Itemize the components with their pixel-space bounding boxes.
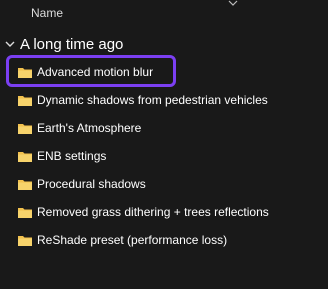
group-title: A long time ago (20, 35, 124, 53)
folder-icon (18, 236, 32, 246)
list-item[interactable]: Dynamic shadows from pedestrian vehicles (0, 89, 328, 113)
folder-icon (18, 180, 32, 190)
column-header: Name (0, 0, 328, 28)
folder-icon (18, 124, 32, 134)
selection-highlight (6, 55, 176, 87)
folder-icon (18, 208, 32, 218)
list-item[interactable]: Earth's Atmosphere (0, 117, 328, 141)
list-item[interactable]: Removed grass dithering + trees reflecti… (0, 201, 328, 225)
list-item[interactable]: Procedural shadows (0, 173, 328, 197)
name-column-header[interactable]: Name (31, 6, 63, 20)
chevron-down-icon[interactable] (4, 38, 16, 50)
list-item-label: Removed grass dithering + trees reflecti… (37, 205, 269, 219)
folder-icon (18, 152, 32, 162)
folder-icon (18, 96, 32, 106)
list-item[interactable]: ENB settings (0, 145, 328, 169)
list-item-label: Earth's Atmosphere (37, 121, 142, 135)
list-item-label: Dynamic shadows from pedestrian vehicles (37, 93, 268, 107)
group-header[interactable]: A long time ago (4, 34, 123, 54)
list-item-label: Procedural shadows (37, 177, 146, 191)
sort-chevron-icon[interactable] (228, 0, 238, 8)
list-item[interactable]: ReShade preset (performance loss) (0, 229, 328, 253)
list-item-label: ReShade preset (performance loss) (37, 233, 228, 247)
list-item-label: ENB settings (37, 149, 107, 163)
